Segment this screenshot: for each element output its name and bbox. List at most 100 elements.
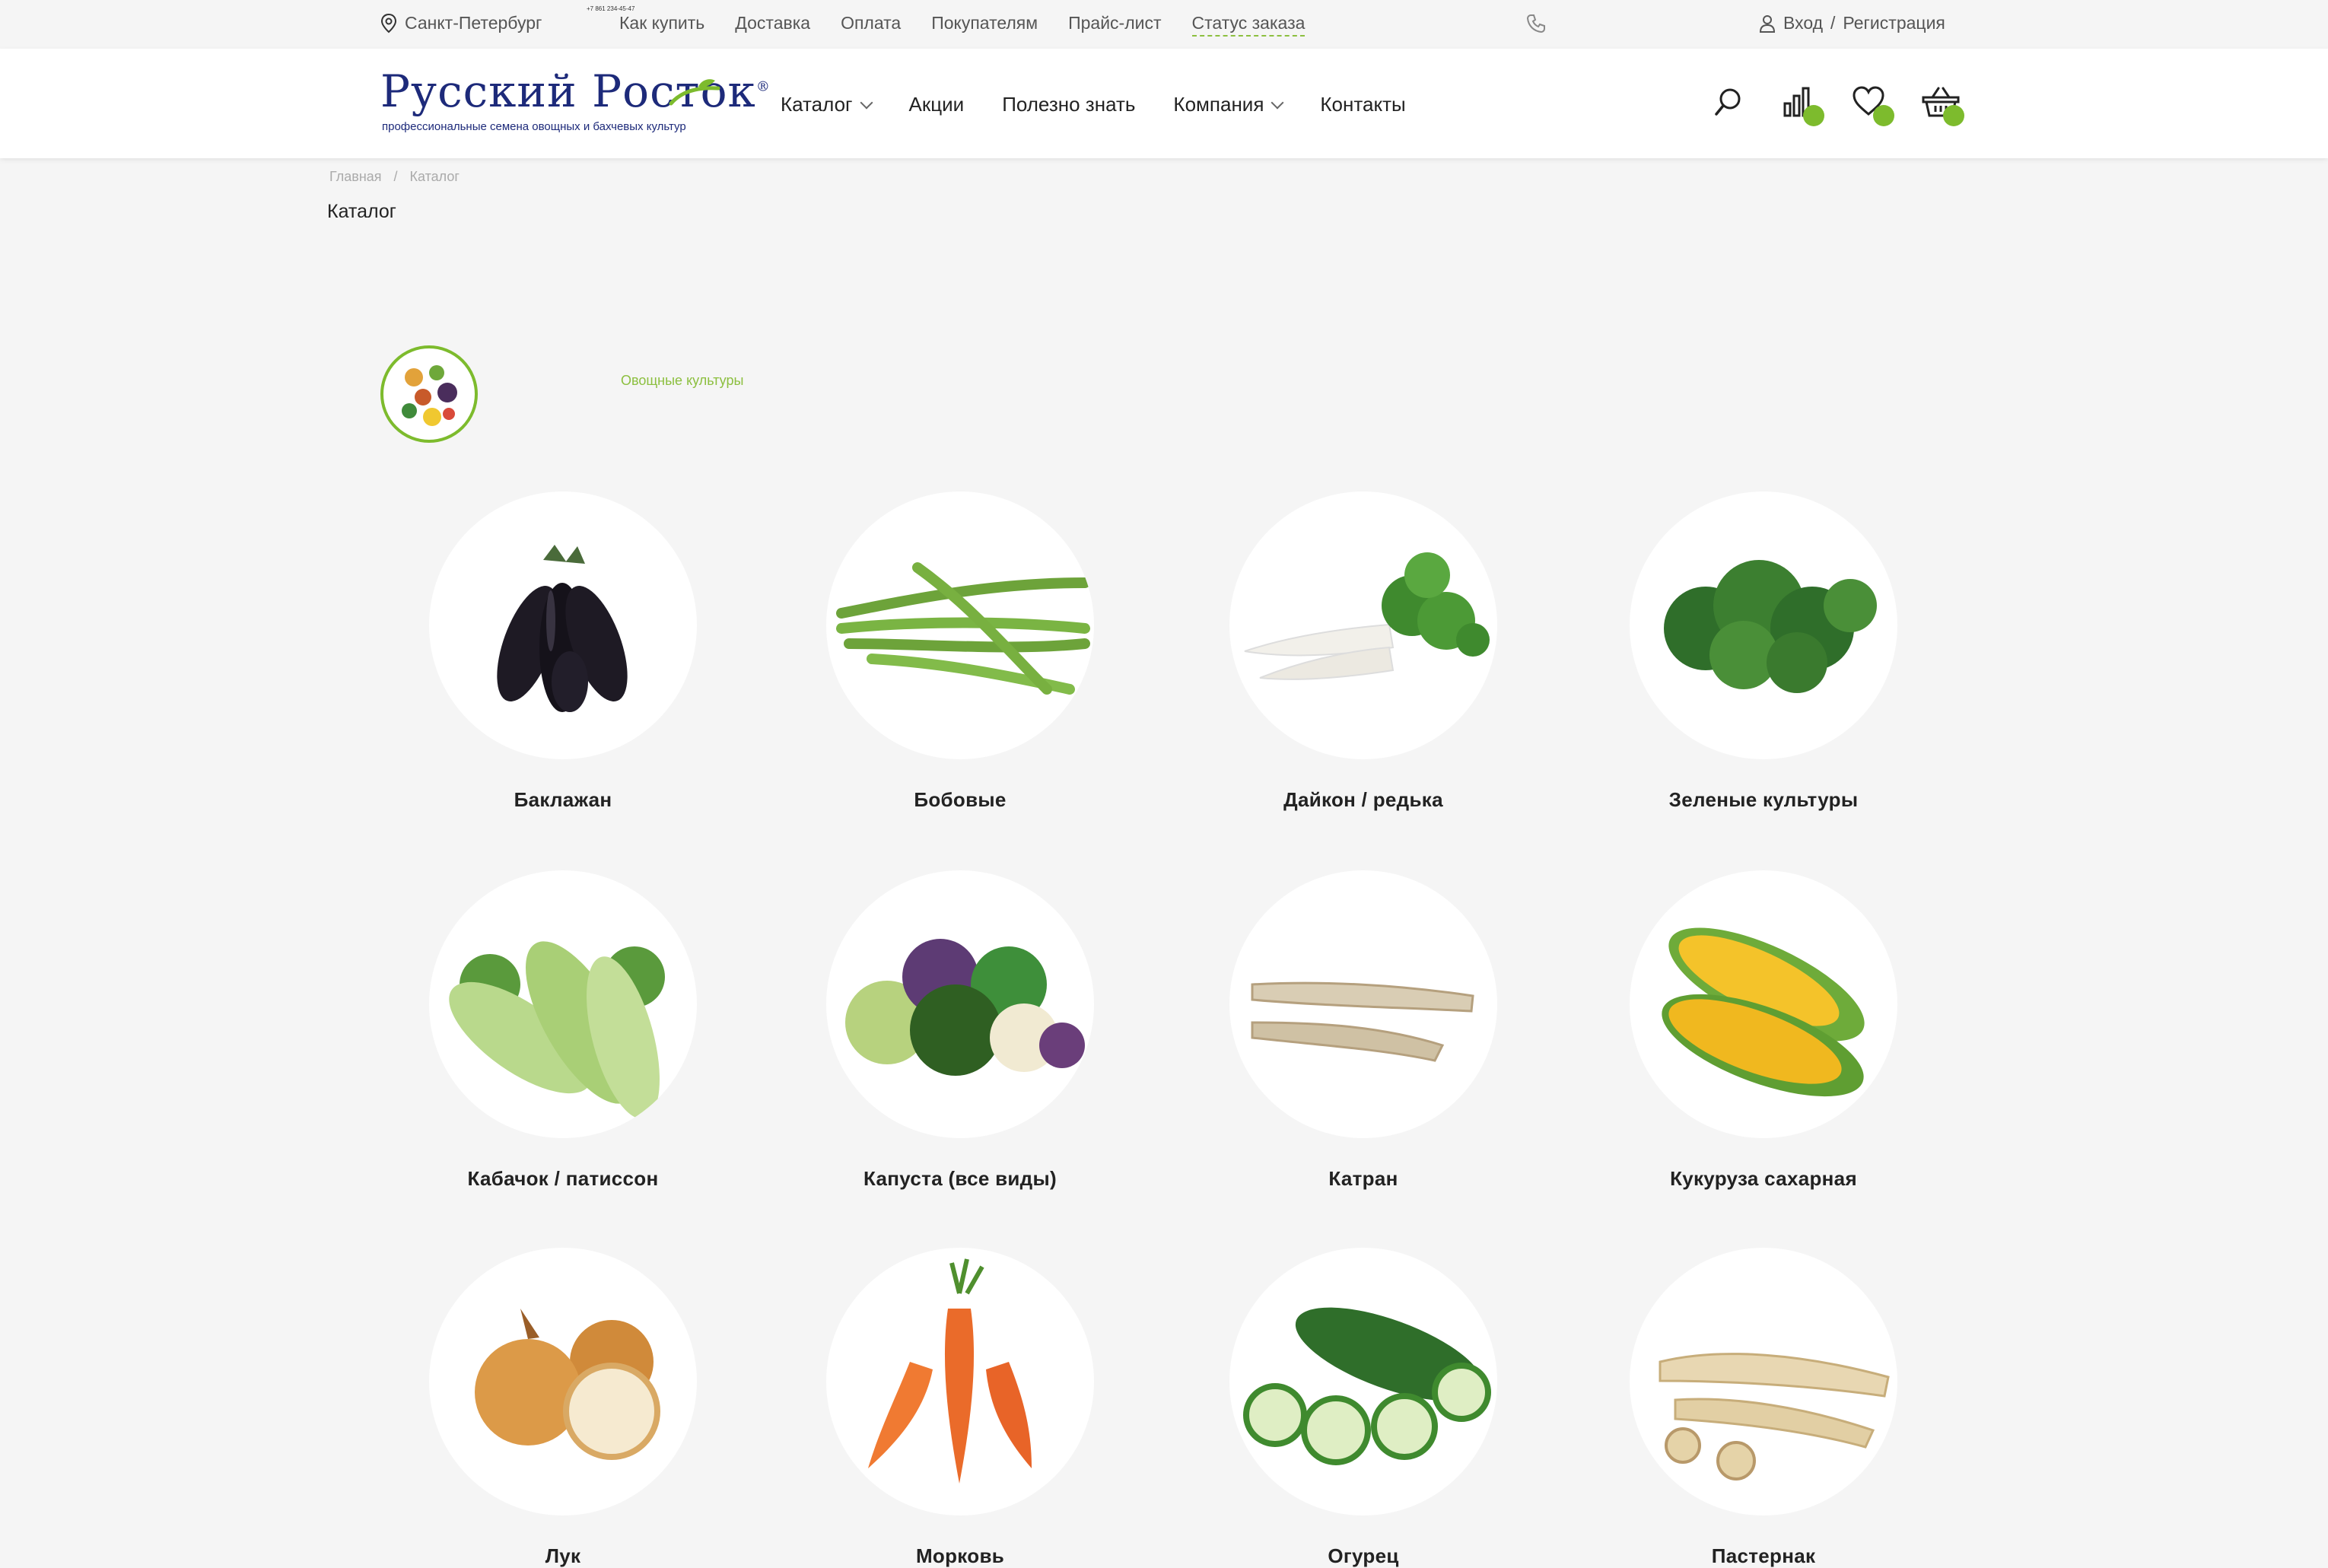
compare-badge [1803,105,1824,126]
basket-badge [1943,105,1964,126]
login-link[interactable]: Вход [1783,13,1823,33]
category-image [1229,1248,1497,1516]
city-selector[interactable]: Санкт-Петербург [380,13,542,33]
nav-promotions[interactable]: Акции [909,93,965,116]
category-image [1229,870,1497,1138]
category-card[interactable]: Лук [373,1248,753,1568]
category-card[interactable]: Морковь [770,1248,1150,1568]
cabbage-icon [845,939,1085,1076]
category-image [1630,870,1897,1138]
category-image [826,491,1094,759]
category-image [429,491,697,759]
nav-catalog[interactable]: Каталог [781,93,873,116]
nav-company-label: Компания [1173,93,1264,116]
greens-icon [1664,560,1877,693]
category-card[interactable]: Кабачок / патиссон [373,870,753,1191]
category-image [1630,491,1897,759]
nav-contacts[interactable]: Контакты [1320,93,1405,116]
category-image [1229,491,1497,759]
page-title: Каталог [327,201,396,222]
breadcrumb: Главная / Каталог [329,169,460,185]
search-icon [1715,88,1741,116]
user-icon [1759,14,1776,33]
category-image [429,870,697,1138]
category-label: Кукуруза сахарная [1670,1167,1857,1190]
nav-company[interactable]: Компания [1173,93,1284,116]
category-label: Бобовые [914,788,1007,811]
tiny-phone-number[interactable]: +7 861 234-45-47 [587,5,634,12]
nav-promotions-label: Акции [908,93,965,116]
corn-icon [1662,927,1865,1097]
category-card[interactable]: Баклажан [373,491,753,812]
category-image [1630,1248,1897,1516]
carrot-icon [868,1258,1032,1484]
category-label: Баклажан [514,788,612,811]
category-card[interactable]: Бобовые [770,491,1150,812]
breadcrumb-current: Каталог [409,169,460,184]
category-image [429,1248,697,1516]
auth-links: Вход / Регистрация [1759,13,1945,33]
city-name: Санкт-Петербург [405,13,542,33]
category-label: Катран [1328,1167,1398,1190]
nav-useful-info-label: Полезно знать [1002,93,1136,116]
category-card[interactable]: Дайкон / редька [1173,491,1554,812]
favorites-badge [1873,105,1894,126]
main-navigation: Каталог Акции Полезно знать Компания Кон… [781,93,1406,116]
category-card[interactable]: Кукуруза сахарная [1573,870,1954,1191]
main-header: Русский Росток® профессиональные семена … [0,49,2328,158]
register-link[interactable]: Регистрация [1843,13,1945,33]
category-card[interactable]: Пастернак [1573,1248,1954,1568]
compare-button[interactable] [1782,85,1824,126]
category-label: Пастернак [1711,1544,1816,1567]
category-label: Кабачок / патиссон [467,1167,659,1190]
phone-icon[interactable] [1526,14,1546,33]
daikon-icon [1244,552,1490,680]
header-actions [1712,85,1964,126]
eggplant-icon [497,545,628,712]
sprout-leaf-icon [669,79,720,106]
cucumber-icon [1243,1307,1491,1465]
top-utility-bar: Санкт-Петербург +7 861 234-45-47 Как куп… [0,0,2328,49]
category-label: Морковь [915,1544,1005,1567]
onion-icon [475,1309,660,1460]
category-label: Огурец [1328,1544,1399,1567]
link-customers[interactable]: Покупателям [931,13,1038,37]
nav-useful-info[interactable]: Полезно знать [1002,93,1135,116]
chevron-down-icon [860,96,873,109]
link-payment[interactable]: Оплата [841,13,901,37]
category-image [826,1248,1094,1516]
basket-button[interactable] [1922,85,1964,126]
breadcrumb-home[interactable]: Главная [329,169,382,185]
category-card[interactable]: Зеленые культуры [1573,491,1954,812]
search-button[interactable] [1712,85,1745,119]
link-delivery[interactable]: Доставка [735,13,810,37]
favorites-button[interactable] [1852,85,1894,126]
chevron-down-icon [1271,96,1284,109]
category-label: Лук [545,1544,581,1567]
auth-separator: / [1830,13,1836,33]
category-card[interactable]: Огурец [1173,1248,1554,1568]
parsnip-icon [1659,1353,1890,1481]
link-order-status[interactable]: Статус заказа [1191,13,1306,37]
vegetables-section-icon[interactable] [380,345,478,443]
logo-registered-mark: ® [755,78,771,95]
site-logo[interactable]: Русский Росток® профессиональные семена … [380,65,770,142]
link-price-list[interactable]: Прайс-лист [1068,13,1161,37]
category-image [826,870,1094,1138]
breadcrumb-separator: / [393,169,398,184]
katran-root-icon [1251,981,1474,1062]
zucchini-icon [449,941,665,1119]
nav-catalog-label: Каталог [781,93,853,116]
category-card[interactable]: Капуста (все виды) [770,870,1150,1191]
logo-subtitle: профессиональные семена овощных и бахчев… [382,120,686,133]
section-title-link[interactable]: Овощные культуры [621,373,743,389]
category-card[interactable]: Катран [1173,870,1554,1191]
location-pin-icon [380,13,397,33]
nav-contacts-label: Контакты [1320,93,1406,116]
category-label: Капуста (все виды) [863,1167,1057,1190]
category-label: Зеленые культуры [1668,788,1859,811]
top-links: Как купить Доставка Оплата Покупателям П… [619,13,1306,37]
category-label: Дайкон / редька [1283,788,1443,811]
link-how-to-buy[interactable]: Как купить [619,13,704,37]
green-beans-icon [836,562,1090,695]
